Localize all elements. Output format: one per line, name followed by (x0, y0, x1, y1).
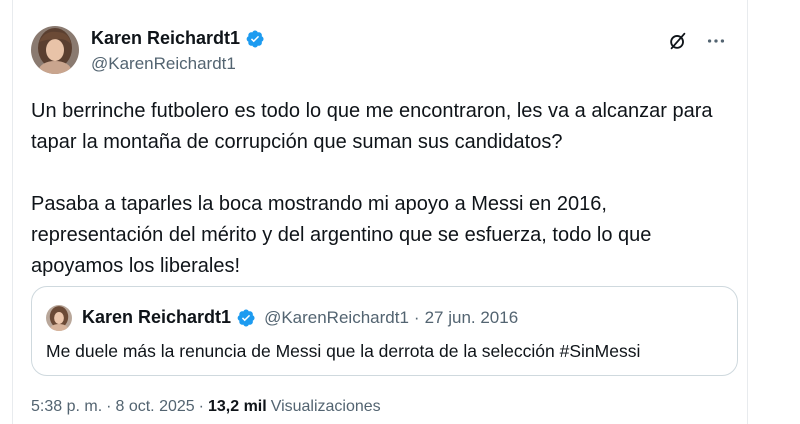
tweet-time[interactable]: 5:38 p. m. (31, 398, 102, 416)
tweet-meta: 5:38 p. m. · 8 oct. 2025 · 13,2 mil Visu… (31, 398, 381, 416)
tweet-text: Un berrinche futbolero es todo lo que me… (31, 96, 731, 282)
quote-separator: · (413, 307, 420, 327)
more-options-icon[interactable] (705, 30, 727, 52)
author-avatar[interactable] (31, 26, 79, 74)
meta-separator: · (106, 398, 112, 415)
tweet-paragraph-2: Pasaba a taparles la boca mostrando mi a… (31, 193, 652, 277)
quote-text: Me duele más la renuncia de Messi que la… (46, 341, 641, 361)
tweet-paragraph-1: Un berrinche futbolero es todo lo que me… (31, 100, 713, 153)
tweet-card: Karen Reichardt1 @KarenReichardt1 Un ber… (12, 0, 748, 424)
quote-author-name: Karen Reichardt1 (82, 307, 232, 327)
quote-verified-badge-icon (237, 309, 255, 326)
meta-separator-2: · (198, 398, 204, 415)
author-name[interactable]: Karen Reichardt1 (91, 28, 265, 49)
verified-badge-icon (246, 30, 264, 47)
views-label: Visualizaciones (270, 398, 381, 415)
quote-header: Karen Reichardt1 @KarenReichardt1 · 27 j… (82, 307, 518, 328)
quote-date: 27 jun. 2016 (424, 307, 519, 327)
grok-icon[interactable] (667, 30, 689, 52)
quote-author-avatar (46, 305, 72, 331)
author-handle[interactable]: @KarenReichardt1 (91, 54, 236, 74)
quote-author-handle: @KarenReichardt1 (264, 307, 409, 327)
author-name-text[interactable]: Karen Reichardt1 (91, 28, 240, 49)
views-count: 13,2 mil (207, 398, 267, 415)
tweet-top-actions (667, 30, 727, 52)
quoted-tweet[interactable]: Karen Reichardt1 @KarenReichardt1 · 27 j… (31, 286, 738, 376)
tweet-date[interactable]: 8 oct. 2025 (115, 398, 194, 416)
